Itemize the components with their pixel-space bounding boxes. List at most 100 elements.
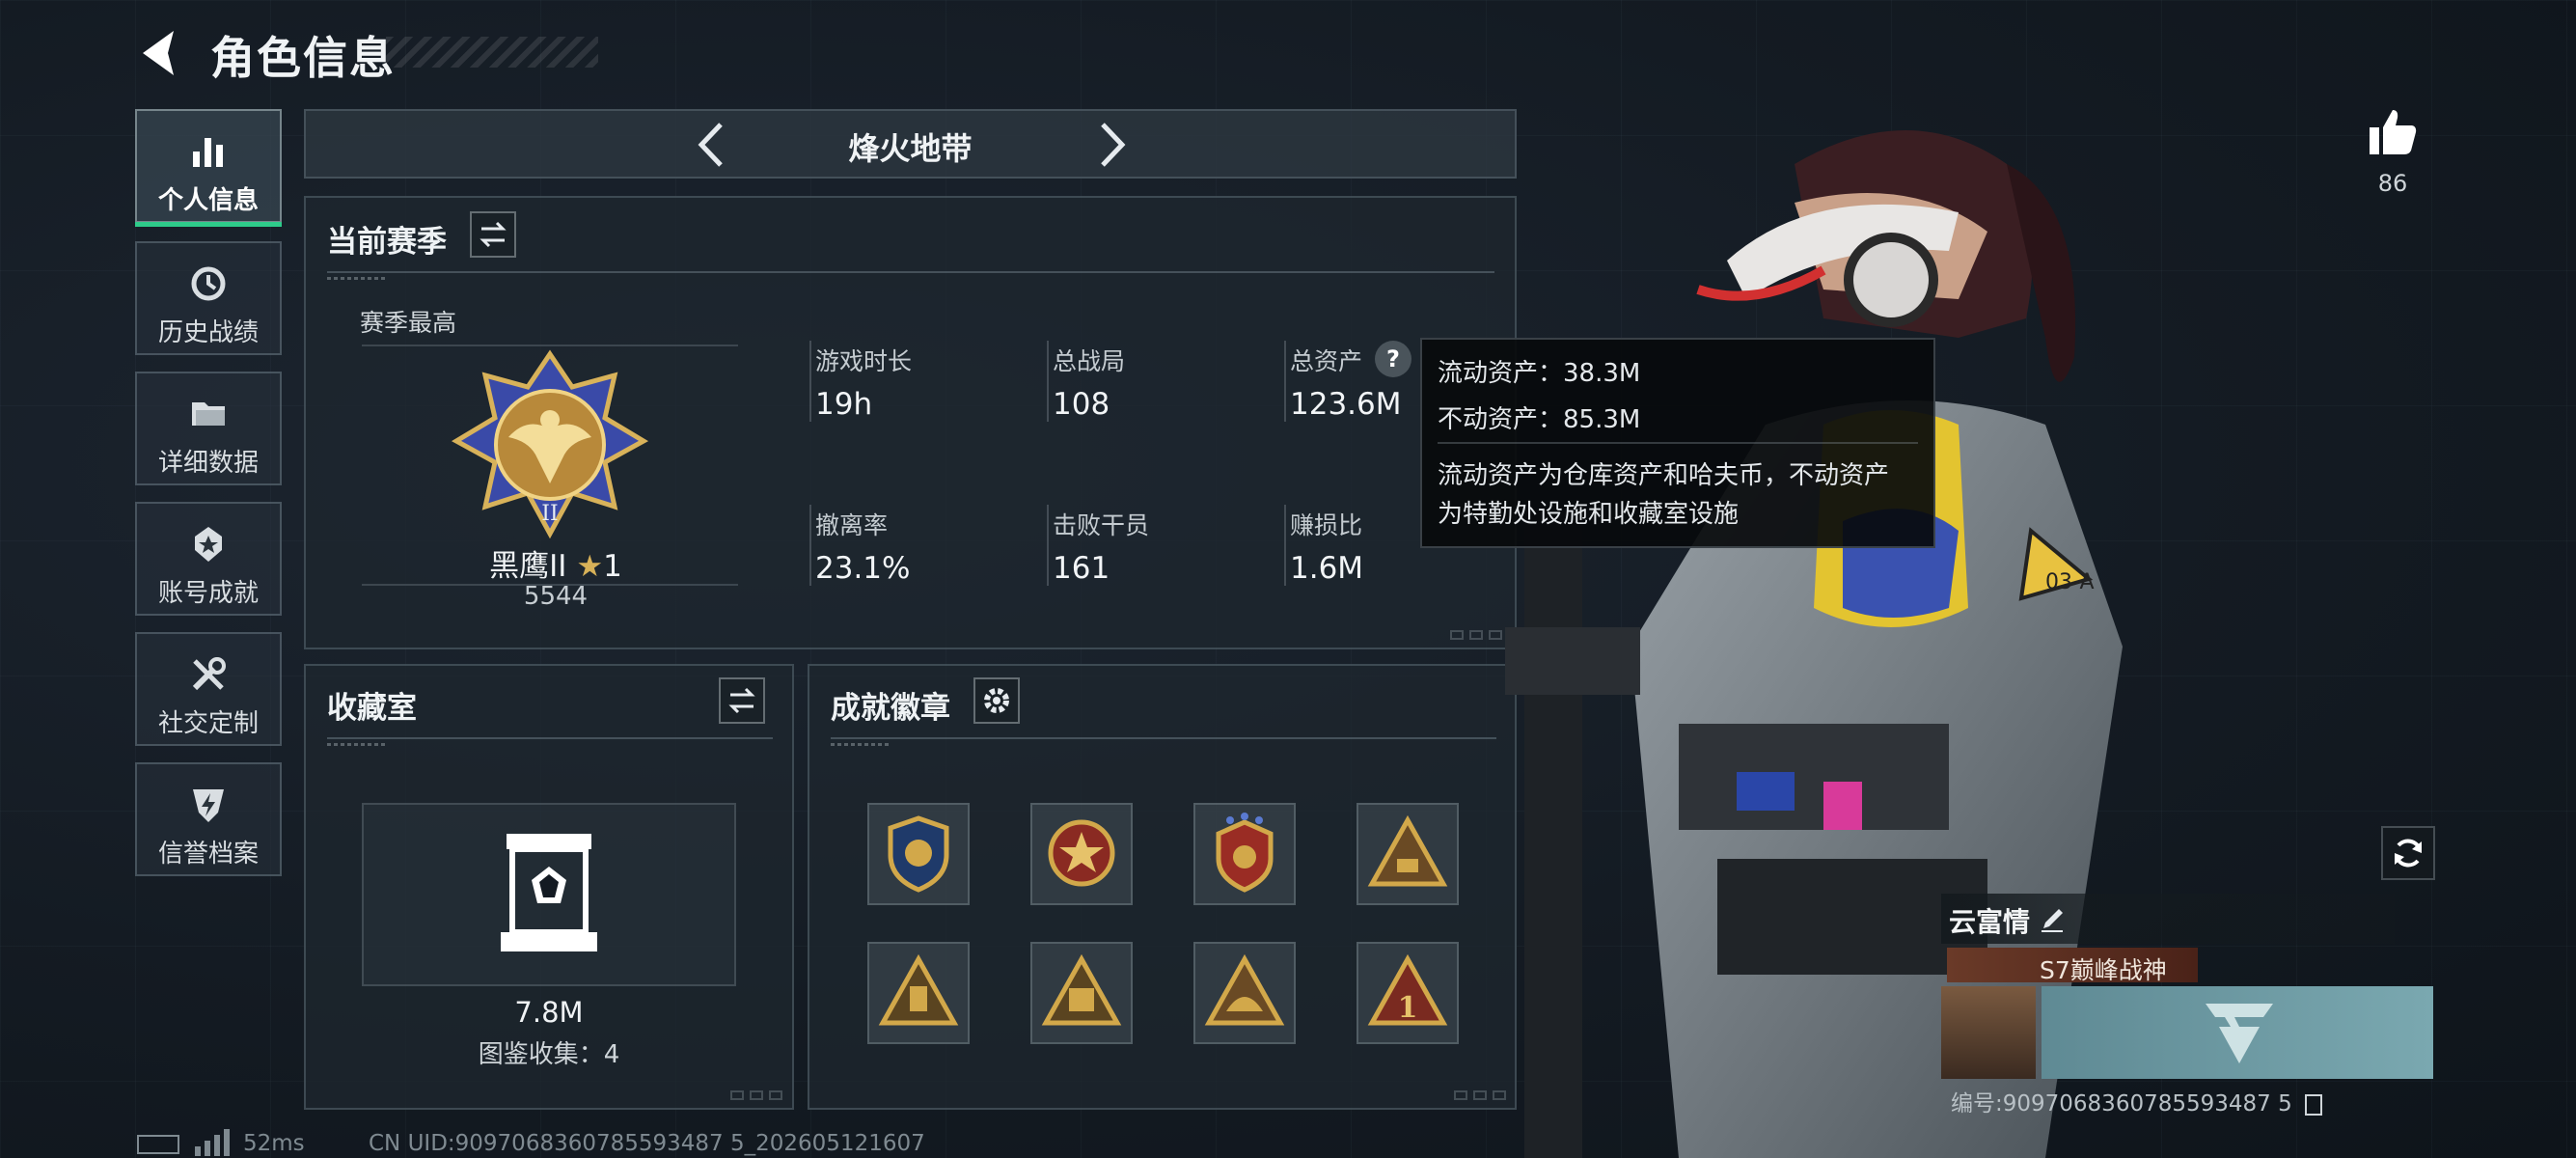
- next-mode-chevron-icon[interactable]: [1095, 121, 1130, 169]
- badge-star-icon: [1048, 819, 1115, 887]
- thumbs-up-icon[interactable]: [2366, 104, 2420, 158]
- badge-triangle-icon: [1367, 814, 1448, 887]
- mode-tab-bar: 烽火地带: [304, 109, 1517, 179]
- badge-triangle-icon: [878, 953, 959, 1026]
- achievement-badge[interactable]: [1030, 803, 1133, 905]
- shield-bolt-icon: [193, 789, 224, 822]
- svg-text:1: 1: [1398, 991, 1418, 1025]
- mode-tab-title: 烽火地带: [848, 130, 973, 167]
- decoration: [327, 277, 385, 280]
- collection-value: 7.8M: [514, 996, 584, 1029]
- swap-icon: [728, 687, 755, 714]
- refresh-button[interactable]: [2381, 826, 2435, 880]
- sidebar-item-social[interactable]: 社交定制: [135, 632, 282, 746]
- player-name-card[interactable]: 云富情 S7巅峰战神: [1941, 894, 2433, 1083]
- stat-value: 1.6M: [1290, 551, 1364, 586]
- achievement-badge[interactable]: 1: [1357, 942, 1459, 1044]
- decoration: [327, 743, 385, 746]
- ping-value: 52ms: [243, 1131, 305, 1156]
- refresh-icon: [2395, 839, 2422, 868]
- sidebar-item-personal-info[interactable]: 个人信息: [135, 109, 282, 227]
- logo-icon: [2206, 1004, 2273, 1063]
- badge-triangle-icon: [1204, 953, 1285, 1026]
- divider: [831, 737, 1496, 739]
- stat-value: 108: [1053, 387, 1110, 422]
- sidebar-item-credit[interactable]: 信誉档案: [135, 762, 282, 876]
- sidebar-item-label: 历史战绩: [157, 318, 259, 347]
- decoration: [730, 1090, 744, 1100]
- decoration: [1469, 630, 1483, 640]
- divider: [1047, 341, 1049, 422]
- page-title: 角色信息: [210, 32, 396, 84]
- status-uid: CN UID:9097068360785593487 5_20260512160…: [369, 1131, 925, 1156]
- sidebar-item-label: 信誉档案: [157, 840, 259, 868]
- tooltip-description-1: 流动资产为仓库资产和哈夫币，不动资产: [1438, 461, 1890, 490]
- badges-panel: 成就徽章 1: [808, 664, 1517, 1110]
- svg-text:03-A: 03-A: [2045, 570, 2095, 594]
- battery-icon: [137, 1135, 179, 1154]
- stat-label: 总资产: [1290, 347, 1363, 375]
- rank-points: 5544: [523, 582, 589, 611]
- player-name: 云富情: [1949, 906, 2031, 938]
- season-switch-button[interactable]: [470, 211, 516, 258]
- back-arrow-icon[interactable]: [135, 27, 183, 79]
- svg-text:II: II: [541, 502, 558, 526]
- tooltip-description-2: 为特勤处设施和收藏室设施: [1438, 500, 1740, 529]
- edit-pencil-icon[interactable]: [2038, 905, 2067, 934]
- copy-icon[interactable]: [2305, 1093, 2323, 1116]
- sidebar-item-detailed-data[interactable]: 详细数据: [135, 372, 282, 485]
- badge-crest-icon: [1216, 813, 1274, 893]
- achievement-badge[interactable]: [1193, 942, 1296, 1044]
- like-count: 86: [2377, 170, 2408, 197]
- badge-triangle-icon: 1: [1367, 953, 1448, 1026]
- sidebar-item-achievements[interactable]: 账号成就: [135, 502, 282, 616]
- badges-settings-button[interactable]: [973, 677, 1020, 724]
- badge-shield-icon: [888, 815, 949, 893]
- divider: [809, 341, 811, 422]
- name-row: 云富情: [1941, 894, 2395, 944]
- achievement-badge[interactable]: [1030, 942, 1133, 1044]
- decoration: [831, 743, 889, 746]
- decoration: [1473, 1090, 1487, 1100]
- divider: [809, 505, 811, 586]
- stat-value: 161: [1053, 551, 1110, 586]
- divider: [1047, 505, 1049, 586]
- decoration: [750, 1090, 763, 1100]
- help-icon[interactable]: ?: [1375, 341, 1411, 377]
- achievement-badge[interactable]: [1357, 803, 1459, 905]
- collection-title: 收藏室: [327, 691, 417, 726]
- tools-icon: [192, 657, 226, 691]
- collection-count: 图鉴收集：4: [478, 1040, 620, 1069]
- name-card-banner: [2042, 986, 2433, 1079]
- stat-label: 赚损比: [1290, 511, 1363, 539]
- achievement-badge[interactable]: [867, 942, 970, 1044]
- decoration: [1489, 630, 1502, 640]
- folder-icon: [192, 402, 225, 426]
- gear-icon: [984, 688, 1009, 713]
- stat-label: 击败干员: [1053, 511, 1150, 539]
- divider: [1438, 442, 1918, 444]
- achievement-badge[interactable]: [867, 803, 970, 905]
- badge-triangle-icon: [1041, 953, 1122, 1026]
- collection-switch-button[interactable]: [719, 677, 765, 724]
- history-clock-icon: [191, 266, 226, 301]
- collection-panel[interactable]: 收藏室 7.8M 图鉴收集：4: [304, 664, 794, 1110]
- divider: [1284, 505, 1286, 586]
- rank-name: 黑鹰II: [489, 549, 567, 584]
- tooltip-liquid-assets: 流动资产：38.3M: [1438, 359, 1641, 388]
- tooltip-fixed-assets: 不动资产：85.3M: [1438, 405, 1641, 434]
- stat-value: 123.6M: [1290, 387, 1402, 422]
- star-icon: ★: [576, 549, 604, 584]
- decoration: [769, 1090, 782, 1100]
- sidebar-item-label: 社交定制: [157, 709, 259, 738]
- decoration: [1450, 630, 1464, 640]
- sidebar-item-label: 个人信息: [157, 186, 259, 215]
- avatar[interactable]: [1941, 986, 2036, 1079]
- rank-name-row: 黑鹰II ★1: [454, 541, 657, 585]
- bar-chart-icon: [193, 138, 223, 167]
- swap-icon: [480, 221, 507, 248]
- achievement-badge[interactable]: [1193, 803, 1296, 905]
- season-panel: 当前赛季 赛季最高 II 黑鹰II ★1 5544 游戏时长 19h 总战局 1…: [304, 196, 1517, 649]
- divider: [1284, 341, 1286, 422]
- sidebar-item-history[interactable]: 历史战绩: [135, 241, 282, 355]
